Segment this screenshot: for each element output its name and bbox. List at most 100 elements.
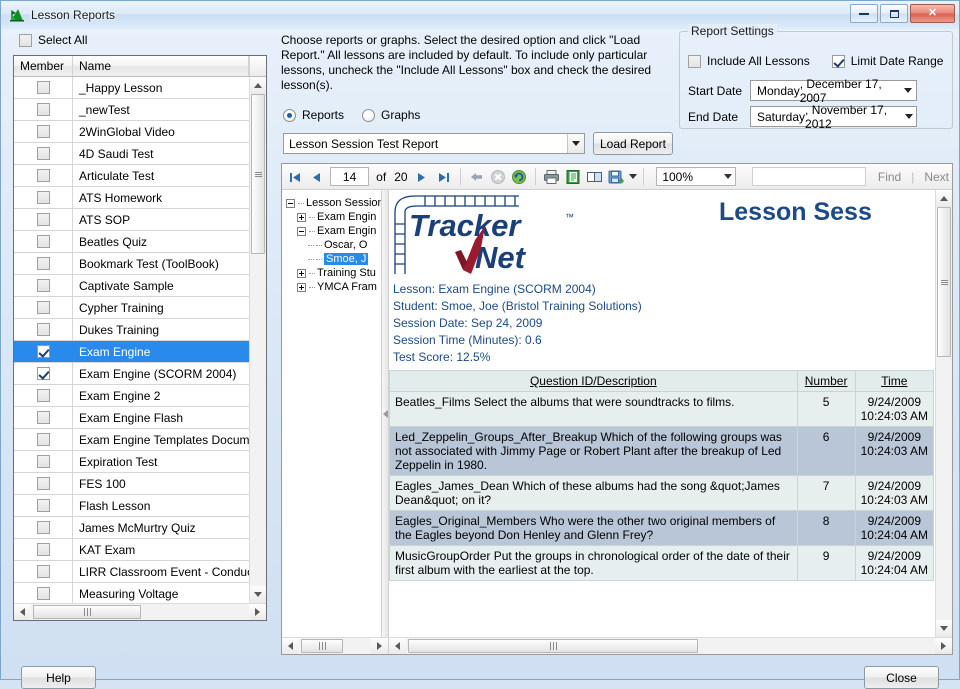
lessons-scroll-up-button[interactable] [250, 77, 266, 94]
end-date-dropdown-button[interactable] [901, 107, 916, 126]
previous-page-button[interactable] [306, 166, 325, 188]
find-input[interactable] [752, 167, 866, 186]
radio-graphs[interactable]: Graphs [362, 108, 420, 122]
lesson-checkbox[interactable] [36, 543, 50, 556]
first-page-button[interactable] [285, 166, 304, 188]
expand-icon[interactable] [297, 268, 306, 278]
lesson-checkbox[interactable] [36, 279, 50, 292]
lesson-checkbox[interactable] [36, 81, 50, 94]
lesson-checkbox[interactable] [36, 455, 50, 468]
table-row[interactable]: 4D Saudi Test [14, 143, 249, 165]
start-date-picker[interactable]: Monday , December 17, 2007 [750, 77, 917, 105]
lesson-checkbox[interactable] [36, 477, 50, 490]
table-row[interactable]: Measuring Voltage [14, 583, 249, 603]
start-date-dropdown-button[interactable] [901, 81, 916, 100]
lessons-scroll-left-button[interactable] [14, 604, 31, 620]
table-row[interactable]: KAT Exam [14, 539, 249, 561]
lesson-checkbox[interactable] [36, 125, 50, 138]
table-row[interactable]: Dukes Training [14, 319, 249, 341]
column-header-member[interactable]: Member [14, 56, 73, 76]
lessons-scroll-thumb[interactable] [251, 94, 265, 254]
lesson-checkbox[interactable] [36, 235, 50, 248]
limit-date-range-checkbox-row[interactable]: Limit Date Range [831, 54, 943, 68]
select-all-checkbox[interactable] [19, 33, 32, 47]
print-layout-button[interactable] [563, 166, 582, 188]
lesson-checkbox[interactable] [36, 411, 50, 424]
export-dropdown-button[interactable] [628, 166, 638, 188]
table-row[interactable]: Exam Engine Flash [14, 407, 249, 429]
lessons-scroll-track[interactable] [250, 94, 266, 586]
table-row[interactable]: Expiration Test [14, 451, 249, 473]
load-report-button[interactable]: Load Report [593, 132, 673, 155]
report-select-arrow-button[interactable] [567, 134, 584, 153]
column-header-time[interactable]: Time [854, 370, 935, 392]
column-header-number[interactable]: Number [796, 370, 856, 392]
lesson-checkbox[interactable] [36, 345, 50, 358]
collapse-icon[interactable] [286, 198, 295, 208]
expand-icon[interactable] [297, 212, 306, 222]
table-row[interactable]: Articulate Test [14, 165, 249, 187]
table-row[interactable]: Beatles Quiz [14, 231, 249, 253]
end-date-picker[interactable]: Saturday , November 17, 2012 [750, 103, 917, 131]
lesson-checkbox[interactable] [36, 257, 50, 270]
tree-scroll-right-button[interactable] [371, 638, 388, 654]
lesson-checkbox[interactable] [36, 565, 50, 578]
column-header-question[interactable]: Question ID/Description [389, 370, 798, 392]
tree-node[interactable]: Lesson Session [286, 196, 381, 210]
lesson-checkbox[interactable] [36, 103, 50, 116]
radio-reports[interactable]: Reports [283, 108, 344, 122]
table-row[interactable]: LIRR Classroom Event - Conductor Leve [14, 561, 249, 583]
lessons-scroll-down-button[interactable] [250, 586, 266, 603]
table-row[interactable]: _newTest [14, 99, 249, 121]
include-all-lessons-checkbox-row[interactable]: Include All Lessons [688, 54, 810, 68]
help-button[interactable]: Help [21, 666, 96, 689]
table-row[interactable]: Cypher Training [14, 297, 249, 319]
viewer-splitter[interactable] [381, 190, 389, 637]
stop-button[interactable] [488, 166, 507, 188]
zoom-select[interactable]: 100% [656, 167, 737, 186]
table-row[interactable]: Exam Engine Templates Documentation [14, 429, 249, 451]
report-scroll-track[interactable] [936, 207, 952, 620]
print-button[interactable] [542, 166, 561, 188]
table-row[interactable]: _Happy Lesson [14, 77, 249, 99]
tree-node[interactable]: Training Stu [286, 266, 381, 280]
radio-reports-button[interactable] [283, 108, 296, 122]
table-row[interactable]: Bookmark Test (ToolBook) [14, 253, 249, 275]
table-row[interactable]: James McMurtry Quiz [14, 517, 249, 539]
tree-scroll-left-button[interactable] [282, 638, 299, 654]
lessons-hscroll-thumb[interactable] [33, 605, 141, 619]
lessons-hscroll-track[interactable] [31, 604, 249, 620]
lesson-checkbox[interactable] [36, 433, 50, 446]
back-button[interactable] [466, 166, 485, 188]
last-page-button[interactable] [434, 166, 453, 188]
table-row[interactable]: Flash Lesson [14, 495, 249, 517]
minimize-button[interactable] [850, 4, 878, 23]
tree-node[interactable]: Exam Engin [286, 224, 381, 238]
table-row[interactable]: ATS SOP [14, 209, 249, 231]
tree-horizontal-scrollbar[interactable] [282, 637, 389, 654]
limit-date-range-checkbox[interactable] [831, 54, 845, 68]
tree-node[interactable]: YMCA Fram [286, 280, 381, 294]
report-hscroll-track[interactable] [406, 638, 935, 654]
lesson-checkbox[interactable] [36, 367, 50, 380]
table-row[interactable]: Exam Engine (SCORM 2004) [14, 363, 249, 385]
select-all-row[interactable]: Select All [7, 29, 273, 51]
tree-hscroll-thumb[interactable] [301, 639, 343, 653]
tree-node[interactable]: Oscar, O [286, 238, 381, 252]
lesson-checkbox[interactable] [36, 191, 50, 204]
report-scroll-thumb[interactable] [937, 207, 951, 357]
lesson-checkbox[interactable] [36, 587, 50, 600]
report-scroll-right-button[interactable] [935, 638, 952, 654]
find-next-button[interactable]: Next [924, 170, 949, 184]
report-scroll-left-button[interactable] [389, 638, 406, 654]
lesson-checkbox[interactable] [36, 213, 50, 226]
report-hscroll-thumb[interactable] [408, 639, 698, 653]
table-row[interactable]: FES 100 [14, 473, 249, 495]
tree-node[interactable]: Exam Engin [286, 210, 381, 224]
tree-node[interactable]: Smoe, J [286, 252, 381, 266]
lesson-checkbox[interactable] [36, 301, 50, 314]
next-page-button[interactable] [413, 166, 432, 188]
page-number-input[interactable]: 14 [329, 167, 370, 186]
lessons-vertical-scrollbar[interactable] [249, 77, 266, 603]
column-header-name[interactable]: Name [73, 56, 249, 76]
